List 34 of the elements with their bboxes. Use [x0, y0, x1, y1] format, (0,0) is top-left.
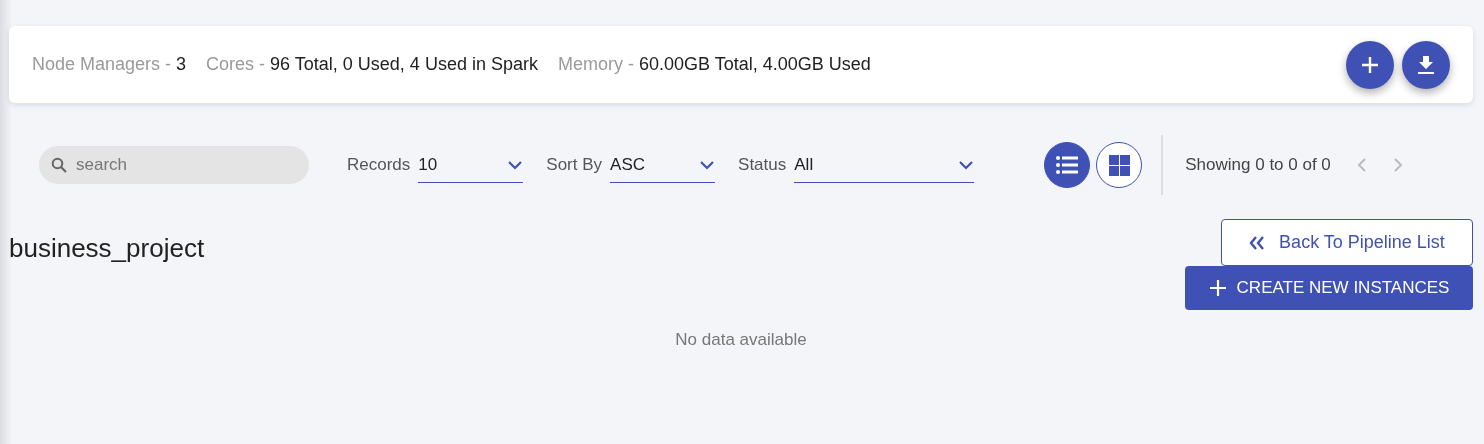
filter-label: Sort By	[546, 155, 603, 175]
plus-icon	[1361, 55, 1379, 74]
search-icon	[51, 157, 67, 173]
stat-label: Node Managers -	[32, 54, 172, 75]
project-title: business_project	[9, 233, 205, 265]
back-button[interactable]: Back To Pipeline List	[1221, 219, 1473, 266]
chevron-right-icon	[1392, 157, 1403, 173]
stat-value: 60.00GB Total, 4.00GB Used	[638, 54, 871, 75]
grid-icon	[1108, 154, 1130, 176]
empty-message: No data available	[675, 330, 807, 349]
select-field[interactable]: All	[794, 147, 975, 183]
pagination-text: Showing 0 to 0 of 0	[1185, 155, 1331, 175]
search-field[interactable]: search	[39, 146, 309, 184]
select-field[interactable]: 10	[418, 147, 524, 183]
filter-label: Status	[738, 155, 787, 175]
stat-value: 3	[176, 54, 187, 75]
chevron-down-icon	[958, 159, 975, 170]
plus-icon	[1208, 279, 1227, 297]
stat-label: Memory -	[557, 54, 634, 75]
download-button[interactable]	[1402, 40, 1450, 89]
grid-view-button[interactable]	[1096, 142, 1143, 188]
filter-label: Records	[347, 155, 411, 175]
list-icon	[1056, 156, 1079, 174]
select-field[interactable]: ASC	[610, 147, 716, 183]
double-chevron-left-icon	[1249, 235, 1266, 250]
stat-label: Cores -	[206, 54, 266, 75]
stat-value: 96 Total, 0 Used, 4 Used in Spark	[270, 54, 538, 75]
chevron-left-icon	[1356, 157, 1367, 173]
chevron-down-icon	[507, 159, 524, 170]
download-icon	[1417, 54, 1435, 75]
list-view-button[interactable]	[1044, 142, 1091, 188]
add-button[interactable]	[1346, 40, 1394, 89]
create-button[interactable]: CREATE NEW INSTANCES	[1185, 266, 1473, 310]
chevron-down-icon	[699, 159, 716, 170]
